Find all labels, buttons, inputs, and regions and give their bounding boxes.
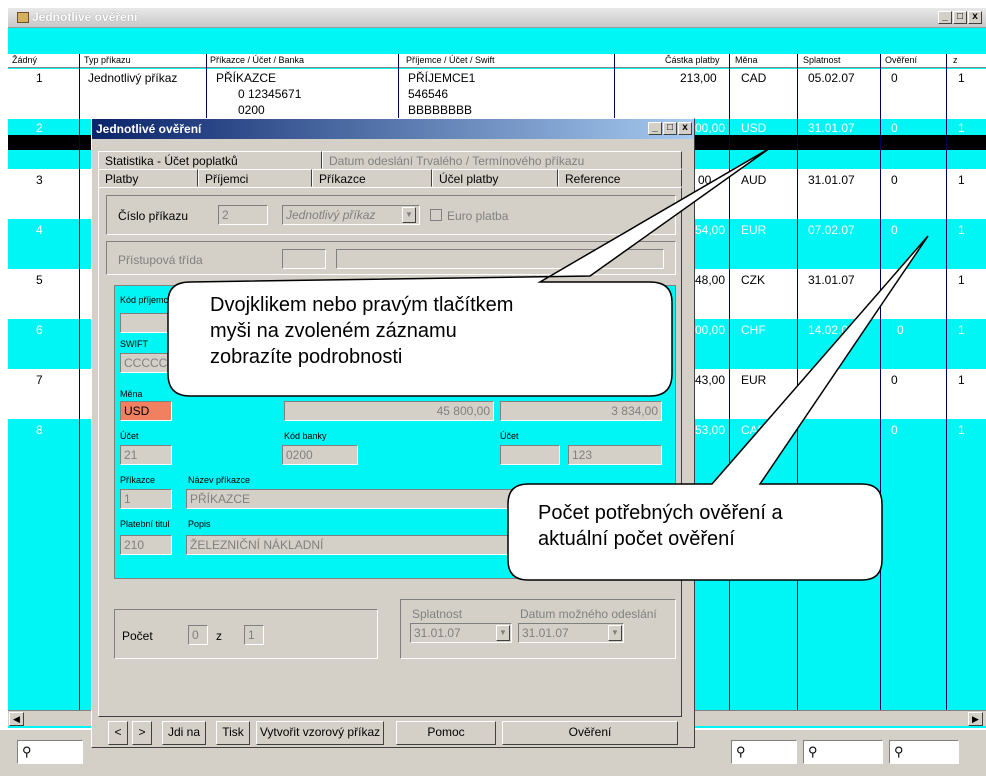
callout-details-text: Dvojklikem nebo pravým tlačítkem myši na… [210, 294, 514, 368]
callout-verification-text: Počet potřebných ověření a aktuální poče… [538, 502, 783, 550]
callout-shapes [167, 147, 929, 581]
